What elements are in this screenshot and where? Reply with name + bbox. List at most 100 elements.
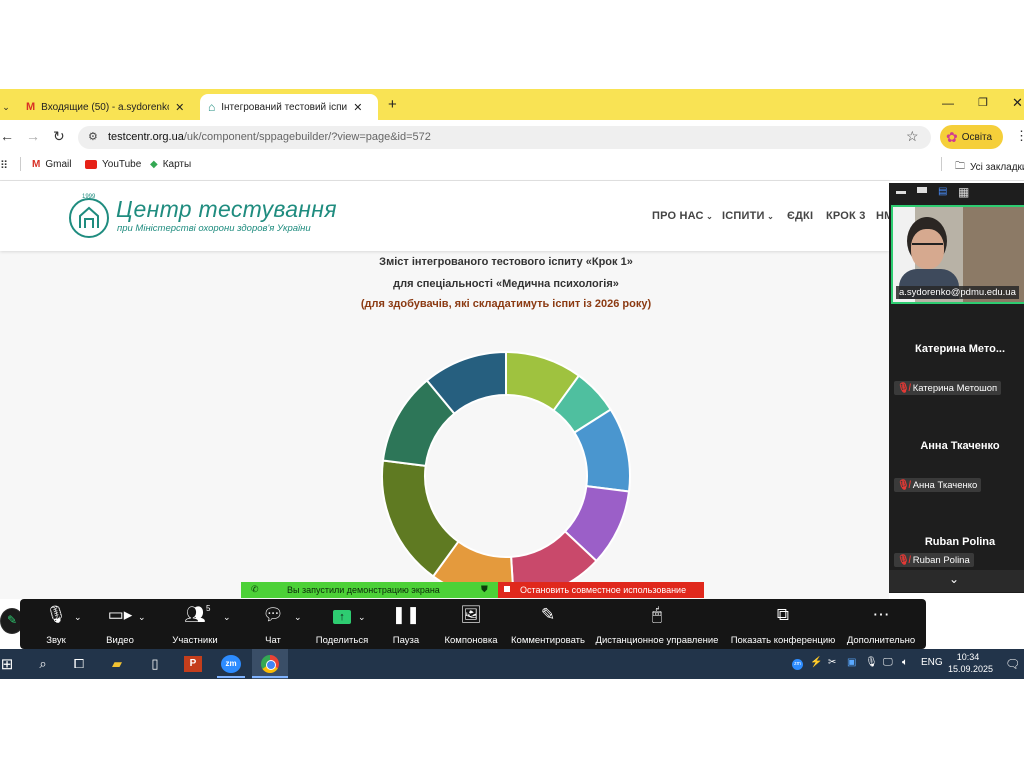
network-icon[interactable]: 🖵︎ bbox=[883, 657, 893, 668]
minimize-panel-icon[interactable]: ▬ bbox=[896, 186, 906, 197]
participants-count: 5 bbox=[206, 604, 211, 613]
speaker-view-icon[interactable] bbox=[917, 187, 927, 193]
tab-test-exam[interactable]: ⌂ Інтегрований тестовий іспит « ✕ bbox=[200, 94, 378, 120]
bookmark-star-icon[interactable]: ☆ bbox=[906, 128, 919, 145]
mouse-icon: 🖱︎ bbox=[651, 605, 663, 624]
zoom-tray-icon[interactable]: zm bbox=[792, 657, 803, 670]
tray-app-icon[interactable]: ⚡ bbox=[810, 657, 822, 668]
show-conference-button[interactable]: ⧉ Показать конференцию bbox=[728, 604, 838, 646]
windows-start-icon[interactable]: ⊞ bbox=[0, 652, 20, 676]
folder-icon: 🗀 bbox=[955, 161, 965, 172]
bookmark-label: Карты bbox=[162, 159, 192, 170]
annotate-button[interactable]: ✎ Комментировать bbox=[510, 604, 586, 646]
video-button[interactable]: ▭▸ Видео bbox=[102, 604, 138, 646]
chevron-down-icon[interactable]: ⌄ bbox=[358, 612, 366, 623]
clock[interactable]: 10:34 15.09.2025 bbox=[948, 651, 994, 675]
nav-krok3[interactable]: КРОК 3 bbox=[826, 210, 866, 222]
nav-about[interactable]: ПРО НАС ⌄ bbox=[652, 210, 713, 222]
file-explorer-icon[interactable]: ▰ bbox=[104, 652, 130, 676]
share-screen-button[interactable]: ↑ Поделиться bbox=[313, 604, 371, 646]
logo-title: Центр тестування bbox=[116, 196, 337, 222]
chrome-taskbar-slot[interactable] bbox=[252, 649, 288, 679]
share-status-banner: ✆ Вы запустили демонстрацию экрана ⛊ bbox=[241, 582, 498, 598]
site-logo[interactable] bbox=[68, 196, 112, 245]
panel-scroll-bar[interactable]: ⌄ bbox=[889, 570, 1024, 592]
participants-button[interactable]: 👥︎ Участники bbox=[168, 604, 222, 646]
more-button[interactable]: ⋯ Дополнительно bbox=[844, 604, 918, 646]
pause-icon: ❚❚ bbox=[391, 605, 421, 624]
microphone-icon: 🎙︎ bbox=[45, 605, 67, 624]
muted-mic-icon: 🎙︎̸ bbox=[897, 382, 910, 394]
show-conference-icon: ⧉ bbox=[776, 605, 790, 624]
new-tab-plus-icon[interactable]: + bbox=[388, 96, 397, 113]
close-tab-icon[interactable]: ✕ bbox=[353, 101, 362, 114]
muted-mic-icon: 🎙︎̸ bbox=[897, 479, 910, 491]
volume-icon[interactable]: 🔈︎ bbox=[902, 657, 908, 668]
chat-button[interactable]: 💬︎ Чат bbox=[257, 604, 289, 646]
video-camera-icon: ▭▸ bbox=[107, 605, 133, 624]
shield-icon: ⛊ bbox=[481, 584, 488, 594]
chevron-down-icon[interactable]: ⌄ bbox=[74, 612, 82, 623]
site-info-icon[interactable]: ⚙ bbox=[88, 130, 98, 143]
language-indicator[interactable]: ENG bbox=[921, 657, 943, 668]
all-bookmarks-folder[interactable]: 🗀 Усі закладки bbox=[955, 159, 1024, 176]
gallery-view-icon[interactable]: ▦ bbox=[958, 185, 969, 199]
bookmark-gmail[interactable]: M Gmail bbox=[32, 159, 71, 170]
document-icon[interactable]: ▯ bbox=[142, 652, 168, 676]
stop-square-icon bbox=[504, 586, 510, 592]
apps-grid-icon[interactable]: ⠿ bbox=[0, 159, 8, 172]
tab-search-chevron-icon[interactable]: ⌄ bbox=[0, 94, 12, 120]
remote-control-button[interactable]: 🖱︎ Дистанционное управление bbox=[594, 604, 720, 646]
close-window-icon[interactable]: ✕ bbox=[1012, 95, 1023, 111]
chevron-down-icon[interactable]: ⌄ bbox=[138, 612, 146, 623]
tray-utility-icon[interactable]: ✂ bbox=[828, 657, 836, 668]
profile-button[interactable]: ✿ Освіта bbox=[940, 125, 1003, 149]
zoom-app-icon[interactable]: zm bbox=[218, 652, 244, 676]
back-arrow-icon[interactable]: ← bbox=[0, 128, 14, 144]
browser-menu-icon[interactable]: ⋮ bbox=[1015, 128, 1024, 144]
nav-edki[interactable]: ЄДКІ bbox=[787, 210, 813, 222]
task-view-icon[interactable]: ⧠ bbox=[66, 652, 92, 676]
powerpoint-icon[interactable]: P bbox=[180, 652, 206, 676]
microphone-icon[interactable]: 🎙︎ bbox=[865, 657, 878, 668]
stop-share-button[interactable]: Остановить совместное использование bbox=[498, 582, 704, 598]
participant-name: Анна Ткаченко bbox=[920, 440, 1000, 452]
layout-button[interactable]: 🖼︎ Компоновка bbox=[440, 604, 502, 646]
annotate-pen-icon: ✎ bbox=[540, 605, 556, 624]
participant-name: Ruban Polina bbox=[924, 536, 996, 548]
stop-share-label: Остановить совместное использование bbox=[520, 585, 687, 595]
divider bbox=[941, 157, 942, 171]
page-heading-line3: (для здобувачів, які складатимуть іспит … bbox=[360, 298, 652, 310]
pencil-icon: ✎ bbox=[7, 613, 18, 627]
forward-arrow-icon[interactable]: → bbox=[26, 128, 40, 144]
chevron-down-icon: ⌄ bbox=[949, 572, 960, 586]
active-app-indicator bbox=[217, 676, 245, 678]
chevron-down-icon[interactable]: ⌄ bbox=[223, 612, 231, 623]
site-favicon-icon: ⌂ bbox=[208, 100, 216, 114]
chevron-down-icon[interactable]: ⌄ bbox=[294, 612, 302, 623]
divider bbox=[20, 157, 21, 171]
minimize-window-icon[interactable]: — bbox=[942, 96, 954, 110]
strip-view-icon[interactable]: ▤ bbox=[938, 186, 947, 197]
bookmark-youtube[interactable]: YouTube bbox=[85, 159, 141, 170]
clock-date: 15.09.2025 bbox=[948, 664, 994, 674]
chevron-down-icon: ⌄ bbox=[764, 212, 774, 221]
bookmark-maps[interactable]: ◆ Карты bbox=[150, 159, 191, 170]
nav-exams[interactable]: ІСПИТИ ⌄ bbox=[722, 210, 774, 222]
reload-icon[interactable]: ↻ bbox=[53, 128, 65, 145]
profile-flower-icon: ✿ bbox=[946, 128, 958, 145]
more-icon: ⋯ bbox=[872, 605, 890, 624]
tab-title: Входящие (50) - a.sydorenko@ bbox=[41, 101, 170, 113]
self-video-tile[interactable]: a.sydorenko@pdmu.edu.ua bbox=[891, 205, 1024, 304]
audio-button[interactable]: 🎙︎ Звук bbox=[38, 604, 74, 646]
notifications-icon[interactable]: 🗨︎ bbox=[1005, 657, 1020, 671]
restore-window-icon[interactable]: ❐ bbox=[978, 96, 988, 109]
close-tab-icon[interactable]: ✕ bbox=[175, 101, 184, 114]
donut-slice[interactable] bbox=[381, 459, 460, 578]
search-icon[interactable]: ⌕ bbox=[30, 652, 56, 676]
pause-button[interactable]: ❚❚ Пауза bbox=[388, 604, 424, 646]
tab-gmail[interactable]: M Входящие (50) - a.sydorenko@ ✕ bbox=[22, 94, 192, 120]
phone-icon: ✆ bbox=[251, 584, 259, 594]
url-text[interactable]: testcentr.org.ua/uk/component/sppagebuil… bbox=[108, 131, 431, 143]
tray-security-icon[interactable]: ▣ bbox=[847, 657, 856, 668]
